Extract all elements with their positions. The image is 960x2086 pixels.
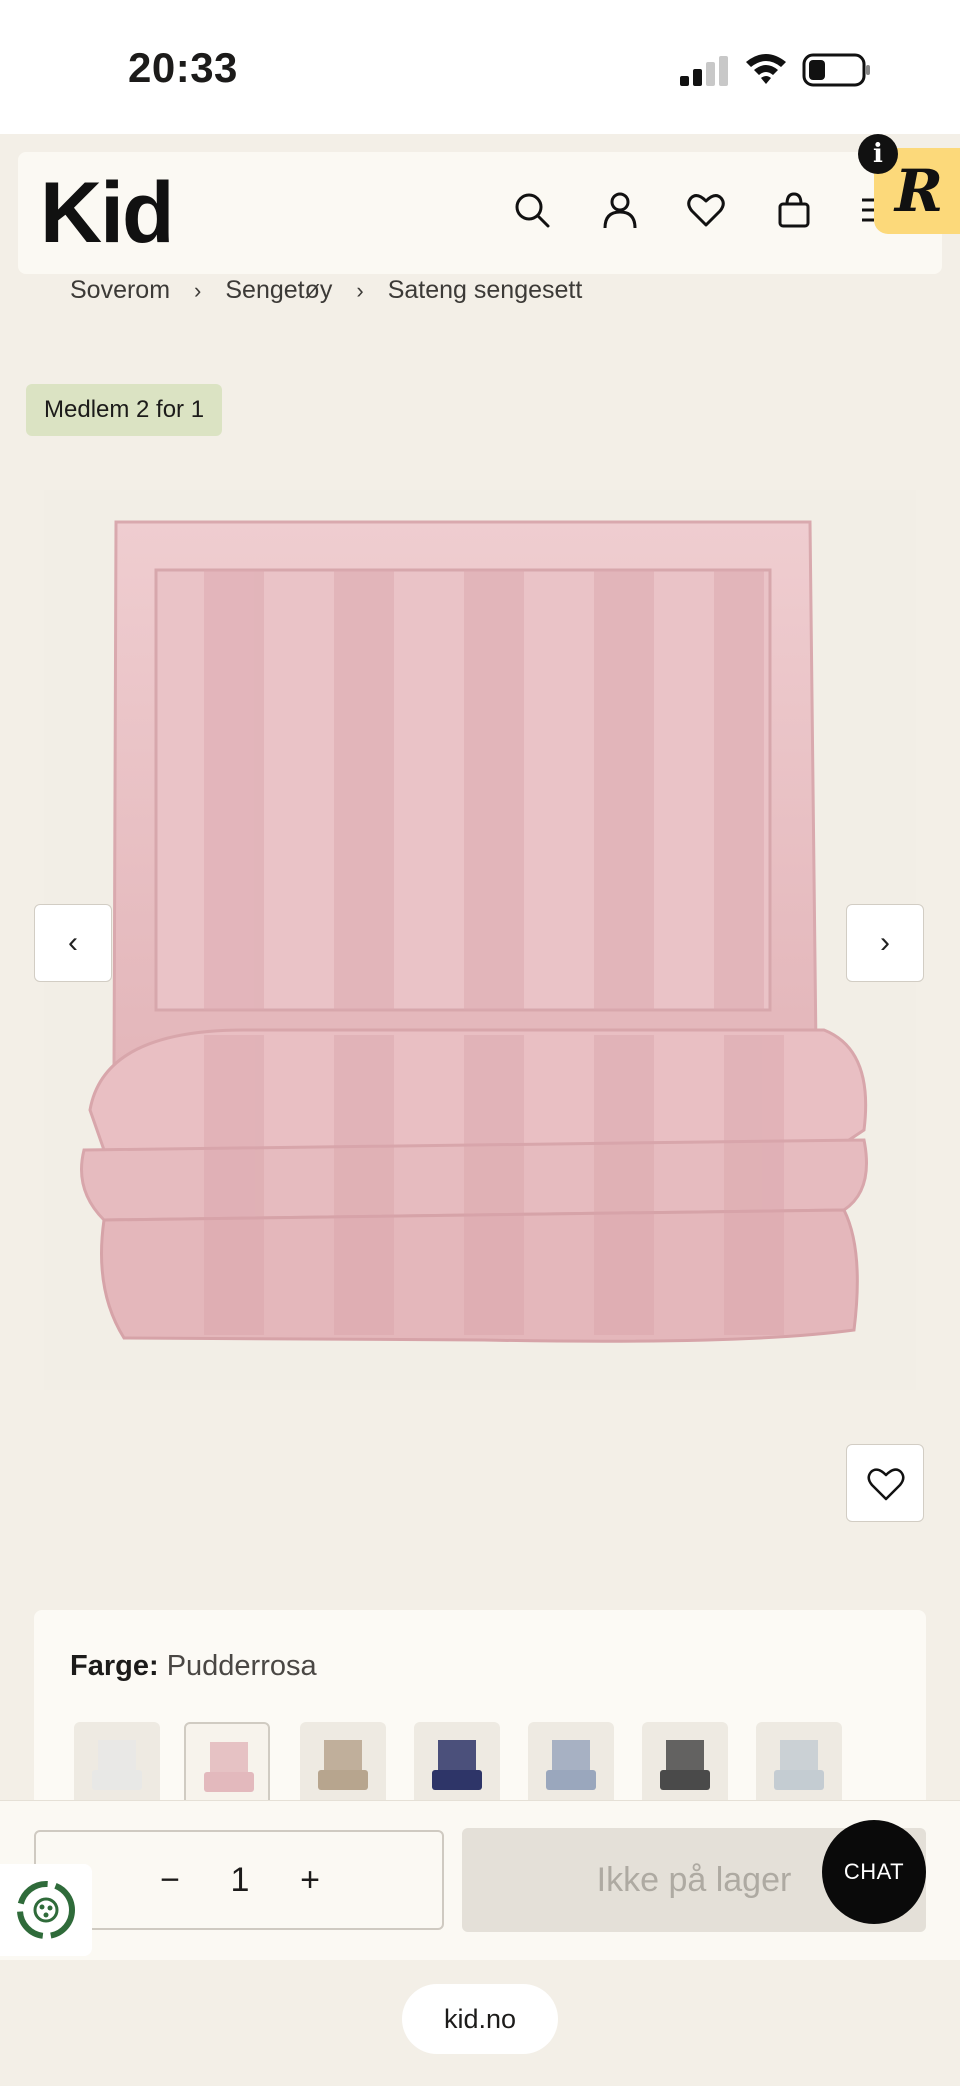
breadcrumb: Soverom › Sengetøy › Sateng sengesett xyxy=(70,276,582,305)
breadcrumb-item-soverom[interactable]: Soverom xyxy=(70,276,170,305)
color-label: Farge: Pudderrosa xyxy=(70,1650,317,1683)
chevron-right-icon: › xyxy=(194,277,202,303)
color-label-value: Pudderrosa xyxy=(166,1650,317,1682)
cellular-signal-icon xyxy=(680,56,728,86)
chat-button[interactable]: CHAT xyxy=(822,1820,926,1924)
product-image xyxy=(44,490,916,1390)
account-icon[interactable] xyxy=(600,190,640,230)
color-swatch-selected[interactable] xyxy=(184,1722,270,1808)
url-field[interactable]: kid.no xyxy=(402,1984,558,2054)
quantity-value[interactable]: 1 xyxy=(210,1850,270,1910)
wishlist-icon[interactable] xyxy=(686,190,726,230)
quantity-increase-button[interactable]: + xyxy=(280,1850,340,1910)
promo-tag: Medlem 2 for 1 xyxy=(26,384,223,436)
gallery-prev-button[interactable]: ‹ xyxy=(34,904,112,982)
quantity-decrease-button[interactable]: − xyxy=(140,1850,200,1910)
info-icon[interactable]: i xyxy=(858,134,898,174)
menu-icon[interactable] xyxy=(858,190,874,230)
swatch-thumbnail xyxy=(432,1740,482,1790)
swatch-thumbnail xyxy=(204,1742,254,1792)
color-swatch[interactable] xyxy=(74,1722,160,1808)
wifi-icon xyxy=(746,54,786,84)
status-time: 20:33 xyxy=(128,44,238,91)
heart-icon xyxy=(867,1468,905,1501)
kid-logo[interactable]: Kid xyxy=(40,164,175,263)
color-swatch[interactable] xyxy=(756,1722,842,1808)
battery-icon xyxy=(802,53,870,87)
color-swatch[interactable] xyxy=(528,1722,614,1808)
color-swatch[interactable] xyxy=(300,1722,386,1808)
cart-icon[interactable] xyxy=(774,190,814,230)
color-swatch[interactable] xyxy=(414,1722,500,1808)
swatch-thumbnail xyxy=(546,1740,596,1790)
search-icon[interactable] xyxy=(512,190,552,230)
chevron-right-icon: › xyxy=(356,277,364,303)
swatch-thumbnail xyxy=(318,1740,368,1790)
eco-badge[interactable] xyxy=(0,1864,92,1956)
color-label-key: Farge: xyxy=(70,1650,159,1682)
recycle-icon xyxy=(17,1881,75,1939)
status-bar: 20:33 xyxy=(0,0,960,134)
add-to-wishlist-button[interactable] xyxy=(846,1444,924,1522)
breadcrumb-item-current[interactable]: Sateng sengesett xyxy=(388,276,583,305)
gallery-next-button[interactable]: › xyxy=(846,904,924,982)
color-swatch[interactable] xyxy=(642,1722,728,1808)
swatch-thumbnail xyxy=(660,1740,710,1790)
breadcrumb-item-sengetoy[interactable]: Sengetøy xyxy=(225,276,332,305)
swatch-thumbnail xyxy=(92,1740,142,1790)
bedding-illustration xyxy=(80,520,868,1343)
swatch-thumbnail xyxy=(774,1740,824,1790)
